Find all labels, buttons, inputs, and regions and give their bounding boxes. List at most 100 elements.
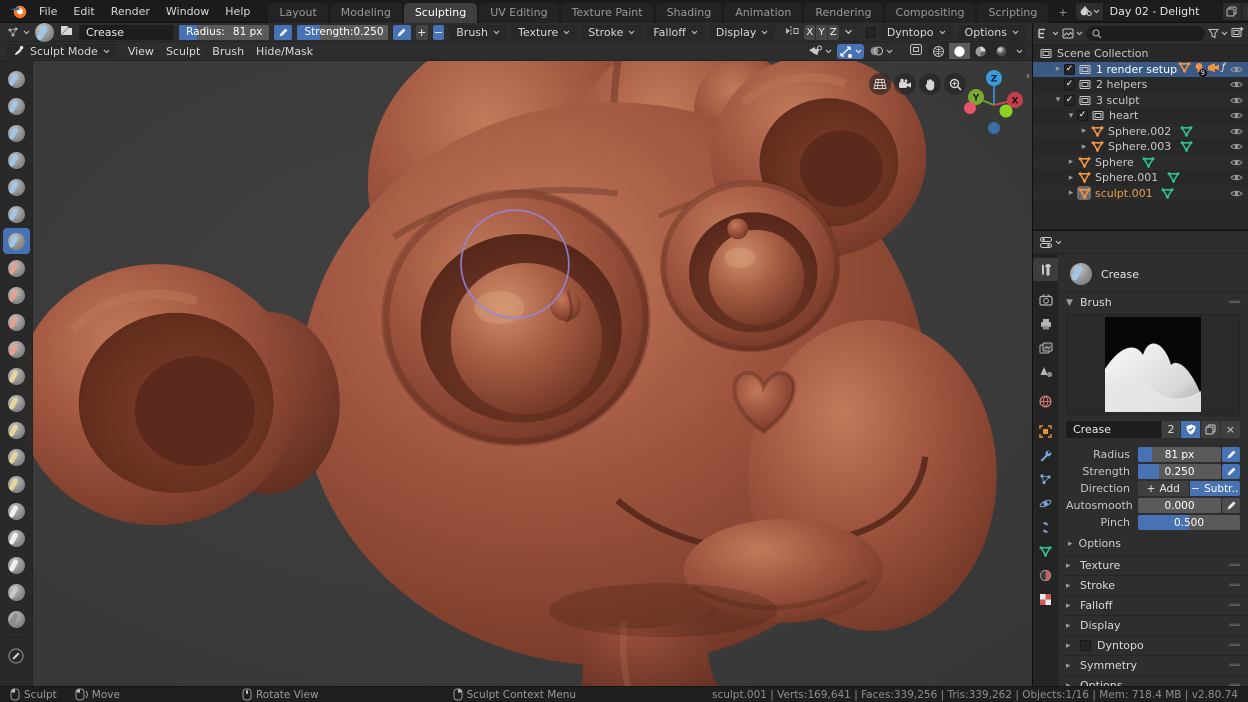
strength-slider[interactable]: Strength: 0.250 xyxy=(297,24,388,40)
properties-tab-scene[interactable] xyxy=(1033,360,1058,383)
panel-texture[interactable]: ▸ Texture ══ xyxy=(1058,555,1248,575)
workspace-tab-texture-paint[interactable]: Texture Paint xyxy=(560,2,655,23)
strength-slider[interactable]: 0.250 xyxy=(1138,464,1221,479)
workspace-tab-modeling[interactable]: Modeling xyxy=(329,2,403,23)
hide-in-viewport-toggle[interactable] xyxy=(1230,127,1243,136)
properties-tab-texture[interactable] xyxy=(1033,588,1058,611)
tool-thumb[interactable] xyxy=(3,471,30,497)
hide-in-viewport-toggle[interactable] xyxy=(1230,173,1243,182)
scene-name[interactable]: Day 02 - Delight xyxy=(1103,2,1222,20)
dyntopo-checkbox[interactable] xyxy=(865,26,875,38)
strength-pressure-toggle[interactable] xyxy=(1222,464,1240,479)
strength-pressure-toggle[interactable] xyxy=(392,24,411,40)
workspace-tab-uv-editing[interactable]: UV Editing xyxy=(479,2,560,23)
menu-help[interactable]: Help xyxy=(217,3,258,20)
hide-in-viewport-toggle[interactable] xyxy=(1230,65,1243,74)
scene-copy-button[interactable] xyxy=(1221,2,1241,20)
expander-icon[interactable]: ▸ xyxy=(1078,142,1090,152)
pinch-slider[interactable]: 0.500 xyxy=(1138,515,1240,530)
brush-name-field[interactable]: Crease xyxy=(1066,421,1161,438)
workspace-tab-compositing[interactable]: Compositing xyxy=(884,2,977,23)
outliner-row[interactable]: ▸ sculpt.001 xyxy=(1033,185,1248,201)
properties-tab-modifiers[interactable] xyxy=(1033,444,1058,467)
outliner-row[interactable]: ▸ ✓ 1 render setup 9 ƒ xyxy=(1033,61,1248,78)
hide-in-viewport-toggle[interactable] xyxy=(1230,96,1243,105)
tool-grab[interactable] xyxy=(3,390,30,416)
panel-symmetry[interactable]: ▸ Symmetry ══ xyxy=(1058,655,1248,675)
tool-smooth[interactable] xyxy=(3,255,30,281)
shading-rendered-button[interactable] xyxy=(991,43,1012,59)
brush-name-field[interactable]: Crease xyxy=(79,24,175,40)
add-workspace-button[interactable]: + xyxy=(1050,3,1075,23)
expander-icon[interactable]: ▾ xyxy=(1052,95,1064,105)
properties-tab-render[interactable] xyxy=(1033,288,1058,311)
brush-datablock-icon[interactable] xyxy=(59,24,74,40)
properties-editor-type[interactable] xyxy=(1039,236,1062,249)
viewport-menu-sculpt[interactable]: Sculpt xyxy=(160,43,206,60)
symmetry-y-toggle[interactable]: Y xyxy=(816,24,827,40)
properties-tab-material[interactable] xyxy=(1033,564,1058,587)
gizmos-toggle[interactable] xyxy=(837,43,864,59)
tool-menu-falloff[interactable]: Falloff xyxy=(646,24,705,40)
expander-icon[interactable]: ▸ xyxy=(1065,188,1077,198)
collection-checkbox[interactable]: ✓ xyxy=(1064,94,1075,106)
expander-icon[interactable]: ▸ xyxy=(1065,173,1077,183)
panel-dyntopo[interactable]: ▸ Dyntopo ══ xyxy=(1058,635,1248,655)
properties-tab-viewlayer[interactable] xyxy=(1033,336,1058,359)
object-visibility-dropdown[interactable] xyxy=(808,45,832,57)
options-dropdown[interactable]: Options xyxy=(957,24,1026,40)
tool-slide-relax[interactable] xyxy=(3,579,30,605)
tool-rotate[interactable] xyxy=(3,552,30,578)
new-collection-button[interactable] xyxy=(1231,26,1244,41)
direction-subtr-button[interactable]: − Subtr.. xyxy=(1189,481,1240,496)
hide-in-viewport-toggle[interactable] xyxy=(1230,111,1243,120)
tool-inflate[interactable] xyxy=(3,174,30,200)
active-tool-icon[interactable] xyxy=(6,26,30,39)
tool-draw[interactable] xyxy=(3,66,30,92)
viewport-menu-hide-mask[interactable]: Hide/Mask xyxy=(250,43,319,60)
workspace-tab-animation[interactable]: Animation xyxy=(724,2,804,23)
brush-users-count[interactable]: 2 xyxy=(1162,421,1180,438)
symmetry-z-toggle[interactable]: Z xyxy=(827,24,839,40)
fake-user-toggle[interactable] xyxy=(1181,421,1200,438)
3d-viewport[interactable]: Z Y X ‹ xyxy=(0,61,1032,686)
autosmooth-slider[interactable]: 0.000 xyxy=(1138,498,1221,513)
panel-options[interactable]: ▸ Options ══ xyxy=(1058,675,1248,686)
sidebar-collapse-arrow[interactable]: ‹ xyxy=(1024,69,1032,84)
direction-add-button[interactable]: + xyxy=(415,24,428,40)
perspective-toggle-icon[interactable] xyxy=(869,73,891,95)
blender-logo-icon[interactable] xyxy=(10,2,27,20)
outliner-filter-button[interactable] xyxy=(1208,28,1228,39)
workspace-tab-scripting[interactable]: Scripting xyxy=(977,2,1050,23)
shading-dropdown[interactable] xyxy=(1012,43,1026,59)
tool-crease[interactable] xyxy=(2,228,30,254)
expander-icon[interactable]: ▸ xyxy=(1052,64,1064,74)
outliner-filter-image-icon[interactable] xyxy=(1062,28,1083,39)
properties-tab-physics[interactable] xyxy=(1033,492,1058,515)
brush-preview-icon[interactable] xyxy=(35,22,54,42)
dyntopo-dropdown[interactable]: Dyntopo xyxy=(879,24,953,40)
radius-slider[interactable]: 81 px xyxy=(1138,447,1221,462)
menu-window[interactable]: Window xyxy=(158,3,217,20)
shading-material-button[interactable] xyxy=(970,43,991,59)
pan-view-icon[interactable] xyxy=(919,73,941,95)
unlink-brush-button[interactable]: × xyxy=(1221,421,1240,438)
collection-checkbox[interactable]: ✓ xyxy=(1064,79,1075,91)
workspace-tab-shading[interactable]: Shading xyxy=(655,2,724,23)
navigation-gizmo[interactable]: Z Y X xyxy=(962,65,1026,137)
outliner-row[interactable]: ▸ Sphere.003 xyxy=(1033,139,1248,155)
collection-checkbox[interactable]: ✓ xyxy=(1064,63,1075,75)
hide-in-viewport-toggle[interactable] xyxy=(1230,189,1243,198)
tool-layer[interactable] xyxy=(3,147,30,173)
outliner-row[interactable]: ▸ Sphere xyxy=(1033,154,1248,170)
panel-stroke[interactable]: ▸ Stroke ══ xyxy=(1058,575,1248,595)
camera-view-icon[interactable] xyxy=(894,73,916,95)
properties-tab-data[interactable] xyxy=(1033,540,1058,563)
outliner-row[interactable]: ▾ ✓ 3 sculpt xyxy=(1033,92,1248,108)
expander-icon[interactable]: ▸ xyxy=(1078,126,1090,136)
dyntopo-panel-checkbox[interactable] xyxy=(1080,640,1091,651)
workspace-tab-sculpting[interactable]: Sculpting xyxy=(403,2,479,23)
menu-file[interactable]: File xyxy=(31,3,65,20)
properties-tab-output[interactable] xyxy=(1033,312,1058,335)
options-subpanel[interactable]: ▸ Options xyxy=(1058,531,1248,555)
